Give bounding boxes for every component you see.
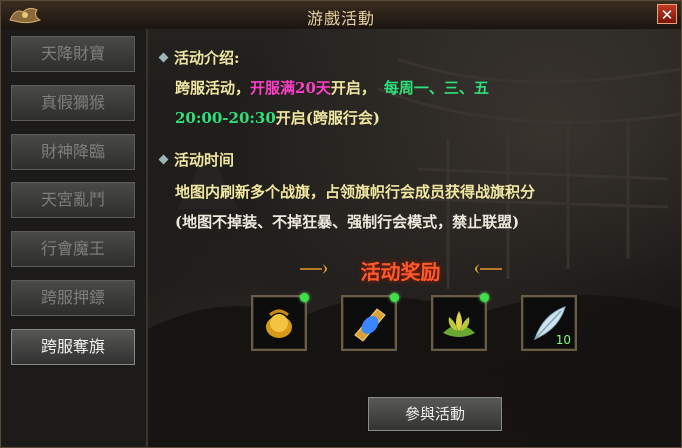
intro-text-hours: 20:00-20:30 (175, 109, 276, 127)
right-ornament-icon (475, 264, 502, 274)
intro-text-open: 开启， (330, 79, 376, 97)
rewards-title: 活动奖励 (360, 260, 441, 284)
new-indicator (390, 293, 399, 302)
sidebar-item-guild-demon[interactable]: 行會魔王 (10, 230, 136, 268)
sidebar-item-cross-escort[interactable]: 跨服押鏢 (10, 279, 136, 317)
close-button[interactable]: ✕ (657, 4, 677, 24)
lotus-icon (443, 311, 475, 337)
new-indicator (300, 293, 309, 302)
sidebar-item-treasure[interactable]: 天降財寶 (10, 35, 136, 73)
reward-slot-3[interactable] (431, 293, 489, 351)
activity-panel: 活动介绍: 跨服活动，开服满20天开启， 每周一、三、五 20:00-20:30开… (148, 29, 681, 447)
diamond-bullet-icon (158, 52, 169, 62)
time-line-2: (地图不掉装、不掉狂暴、强制行会模式，禁止联盟) (175, 213, 520, 231)
scroll-crystal-icon (354, 308, 386, 342)
time-heading-text: 活动时间 (174, 151, 235, 169)
reward-slot-2[interactable] (341, 293, 399, 351)
join-activity-button[interactable]: 參與活動 (367, 396, 503, 432)
sidebar-item-monkey[interactable]: 真假獮猴 (10, 84, 136, 122)
title-bar: 游戲活動 ✕ (1, 1, 681, 30)
sidebar-item-wealth-god[interactable]: 財神降臨 (10, 133, 136, 171)
new-indicator (480, 293, 489, 302)
gold-bell-icon (266, 309, 292, 338)
game-activity-window: 游戲活動 ✕ 天降財寶 真假獮猴 財神降臨 天宮亂鬥 行會魔王 跨服押鏢 跨服奪… (0, 0, 682, 448)
intro-line-1: 跨服活动，开服满20天开启， 每周一、三、五 (175, 77, 489, 98)
reward-count: 10 (555, 333, 571, 347)
activity-sidebar: 天降財寶 真假獮猴 財神降臨 天宮亂鬥 行會魔王 跨服押鏢 跨服奪旗 (1, 29, 148, 447)
time-line-1: 地图内刷新多个战旗，占领旗帜行会成员获得战旗积分 (175, 183, 536, 201)
left-ornament-icon (300, 264, 327, 274)
sidebar-item-cross-flag[interactable]: 跨服奪旗 (10, 328, 136, 366)
intro-text-days: 开服满20天 (250, 79, 331, 97)
time-heading: 活动时间 (158, 149, 235, 170)
intro-text-weekdays: 每周一、三、五 (383, 79, 489, 97)
intro-heading: 活动介绍: (158, 47, 240, 68)
window-title: 游戲活動 (306, 9, 375, 28)
intro-line-2: 20:00-20:30开启(跨服行会) (175, 107, 380, 128)
intro-text-a: 跨服活动， (175, 79, 251, 97)
diamond-bullet-icon (158, 154, 169, 164)
reward-slot-4[interactable]: 10 (521, 295, 577, 351)
reward-slot-1[interactable] (251, 293, 309, 351)
sidebar-item-heaven-brawl[interactable]: 天宮亂鬥 (10, 181, 136, 219)
intro-text-guild: 开启(跨服行会) (275, 109, 380, 127)
intro-heading-text: 活动介绍: (174, 49, 240, 67)
